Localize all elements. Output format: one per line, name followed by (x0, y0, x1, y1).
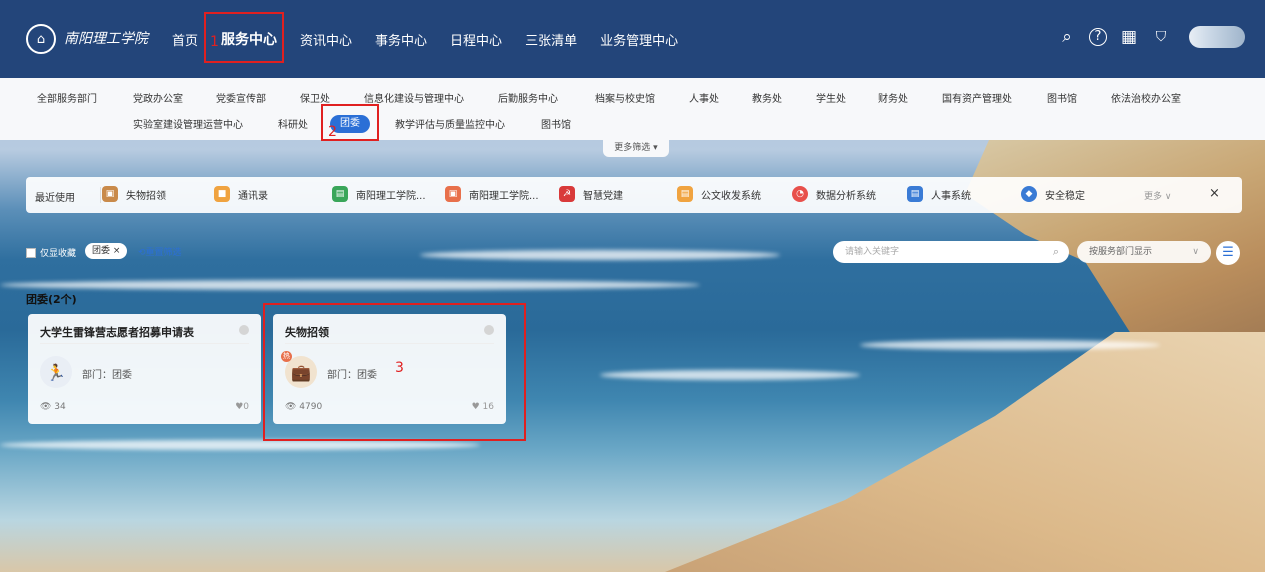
pie-chart-icon: ◔ (792, 186, 808, 202)
wave-foam (420, 250, 780, 260)
info-icon[interactable] (239, 325, 249, 335)
logo-emblem-icon: ⌂ (26, 24, 56, 54)
app-label: 人事系统 (931, 190, 971, 202)
filter-chip-youth-league[interactable]: 团委 × (85, 243, 128, 259)
recent-app-safety[interactable]: ◆ 安全稳定 (1021, 186, 1085, 202)
app-label: 南阳理工学院... (356, 190, 426, 202)
qr-code-icon[interactable]: ▦ (1119, 27, 1139, 47)
nav-affairs-center[interactable]: 事务中心 (375, 30, 427, 49)
group-by-select[interactable]: 按服务部门显示 ∨ (1077, 241, 1211, 263)
logo-text: 南阳理工学院 (64, 31, 148, 47)
recent-app-hr-system[interactable]: ▤ 人事系统 (907, 186, 971, 202)
dept-hr[interactable]: 人事处 (689, 90, 719, 105)
help-icon[interactable]: ? (1089, 28, 1107, 46)
service-card-volunteer[interactable]: 大学生雷锋营志愿者招募申请表 🏃 部门：团委 👁 34 ♥0 (28, 314, 261, 424)
department-filter-bar: 全部服务部门 党政办公室 党委宣传部 保卫处 信息化建设与管理中心 后勤服务中心… (0, 78, 1265, 140)
divider (100, 187, 101, 203)
select-value: 按服务部门显示 (1089, 247, 1153, 257)
wave-foam (860, 340, 1160, 350)
dept-finance[interactable]: 财务处 (878, 90, 908, 105)
dept-security[interactable]: 保卫处 (300, 90, 330, 105)
recent-label: 最近使用 (35, 193, 75, 204)
recent-app-lost-found[interactable]: ▣ 失物招领 (102, 186, 166, 202)
checkbox-box[interactable] (26, 247, 36, 258)
nav-three-lists[interactable]: 三张清单 (525, 30, 577, 49)
dept-research[interactable]: 科研处 (278, 116, 308, 131)
screen-icon: ▣ (445, 186, 461, 202)
app-label: 失物招领 (126, 190, 166, 202)
recent-app-document-system[interactable]: ▤ 公文收发系统 (677, 186, 761, 202)
more-filter-button[interactable]: 更多筛选 ▾ (603, 139, 669, 157)
dept-library-2[interactable]: 图书馆 (541, 116, 571, 131)
view-count: 👁 34 (40, 402, 66, 412)
annotation-number-2: 2 (328, 124, 337, 140)
hr-doc-icon: ▤ (907, 186, 923, 202)
document-icon: ▤ (332, 186, 348, 202)
recent-more-button[interactable]: 更多 ∨ (1144, 189, 1171, 202)
only-favorites-checkbox[interactable]: 仅显收藏 (26, 246, 76, 259)
annotation-number-1: 1 (210, 34, 219, 50)
beach-image (665, 332, 1265, 572)
dept-party-office[interactable]: 党政办公室 (133, 90, 183, 105)
dept-law-office[interactable]: 依法治校办公室 (1111, 90, 1181, 105)
recent-app-nyist-1[interactable]: ▤ 南阳理工学院... (332, 186, 426, 202)
party-emblem-icon: ☭ (559, 186, 575, 202)
university-logo[interactable]: ⌂ 南阳理工学院 (26, 24, 154, 54)
chevron-down-icon: ∨ (1192, 247, 1199, 257)
nav-news-center[interactable]: 资讯中心 (300, 30, 352, 49)
shield-icon: ◆ (1021, 186, 1037, 202)
skin-shirt-icon[interactable]: ⛉ (1151, 29, 1171, 45)
header-tools: ⌕ ? ▦ ⛉ (1045, 26, 1245, 48)
dept-lab-center[interactable]: 实验室建设管理运营中心 (133, 116, 243, 131)
card-title: 大学生雷锋营志愿者招募申请表 (40, 326, 194, 339)
annotation-number-3: 3 (395, 360, 404, 376)
wave-foam (0, 440, 480, 450)
app-label: 数据分析系统 (816, 190, 876, 202)
like-count[interactable]: ♥0 (235, 402, 249, 412)
reset-filter-link[interactable]: ⟲重置筛选 (138, 245, 182, 258)
runner-icon: 🏃 (40, 356, 72, 388)
nav-business-center[interactable]: 业务管理中心 (600, 30, 678, 49)
keyword-search-input[interactable]: 请输入关键字 ⌕ (833, 241, 1069, 263)
dept-academic[interactable]: 教务处 (752, 90, 782, 105)
app-label: 安全稳定 (1045, 190, 1085, 202)
recent-app-data-analysis[interactable]: ◔ 数据分析系统 (792, 186, 876, 202)
app-label: 公文收发系统 (701, 190, 761, 202)
dept-evaluation[interactable]: 教学评估与质量监控中心 (395, 116, 505, 131)
wave-foam (0, 280, 700, 290)
recent-apps-bar: 最近使用 ▣ 失物招领 ■ 通讯录 ▤ 南阳理工学院... ▣ 南阳理工学院..… (26, 177, 1242, 213)
dept-all[interactable]: 全部服务部门 (37, 90, 97, 105)
recent-app-nyist-2[interactable]: ▣ 南阳理工学院... (445, 186, 539, 202)
dept-archives[interactable]: 档案与校史馆 (595, 90, 655, 105)
search-placeholder: 请输入关键字 (845, 247, 900, 257)
wave-foam (600, 370, 860, 380)
list-view-icon[interactable]: ☰ (1216, 241, 1240, 265)
search-icon[interactable]: ⌕ (1057, 27, 1077, 47)
top-navbar: ⌂ 南阳理工学院 首页 服务中心 资讯中心 事务中心 日程中心 三张清单 业务管… (0, 0, 1265, 78)
card-department: 部门：团委 (82, 370, 132, 381)
briefcase-icon: ▣ (102, 186, 118, 202)
dept-library[interactable]: 图书馆 (1047, 90, 1077, 105)
doc-system-icon: ▤ (677, 186, 693, 202)
user-avatar[interactable] (1189, 26, 1245, 48)
section-title: 团委(2个) (26, 293, 77, 306)
dept-it-center[interactable]: 信息化建设与管理中心 (364, 90, 464, 105)
recent-app-smart-party[interactable]: ☭ 智慧党建 (559, 186, 623, 202)
search-icon[interactable]: ⌕ (1053, 241, 1059, 263)
dept-students[interactable]: 学生处 (816, 90, 846, 105)
recent-app-contacts[interactable]: ■ 通讯录 (214, 186, 268, 202)
dept-assets[interactable]: 国有资产管理处 (942, 90, 1012, 105)
divider (40, 343, 249, 344)
checkbox-label: 仅显收藏 (40, 249, 77, 259)
app-label: 智慧党建 (583, 190, 623, 202)
app-label: 南阳理工学院... (469, 190, 539, 202)
nav-home[interactable]: 首页 (172, 30, 198, 49)
close-icon[interactable]: × (1209, 186, 1220, 201)
app-label: 通讯录 (238, 190, 268, 202)
dept-propaganda[interactable]: 党委宣传部 (216, 90, 266, 105)
contacts-icon: ■ (214, 186, 230, 202)
dept-logistics[interactable]: 后勤服务中心 (498, 90, 558, 105)
nav-schedule-center[interactable]: 日程中心 (450, 30, 502, 49)
